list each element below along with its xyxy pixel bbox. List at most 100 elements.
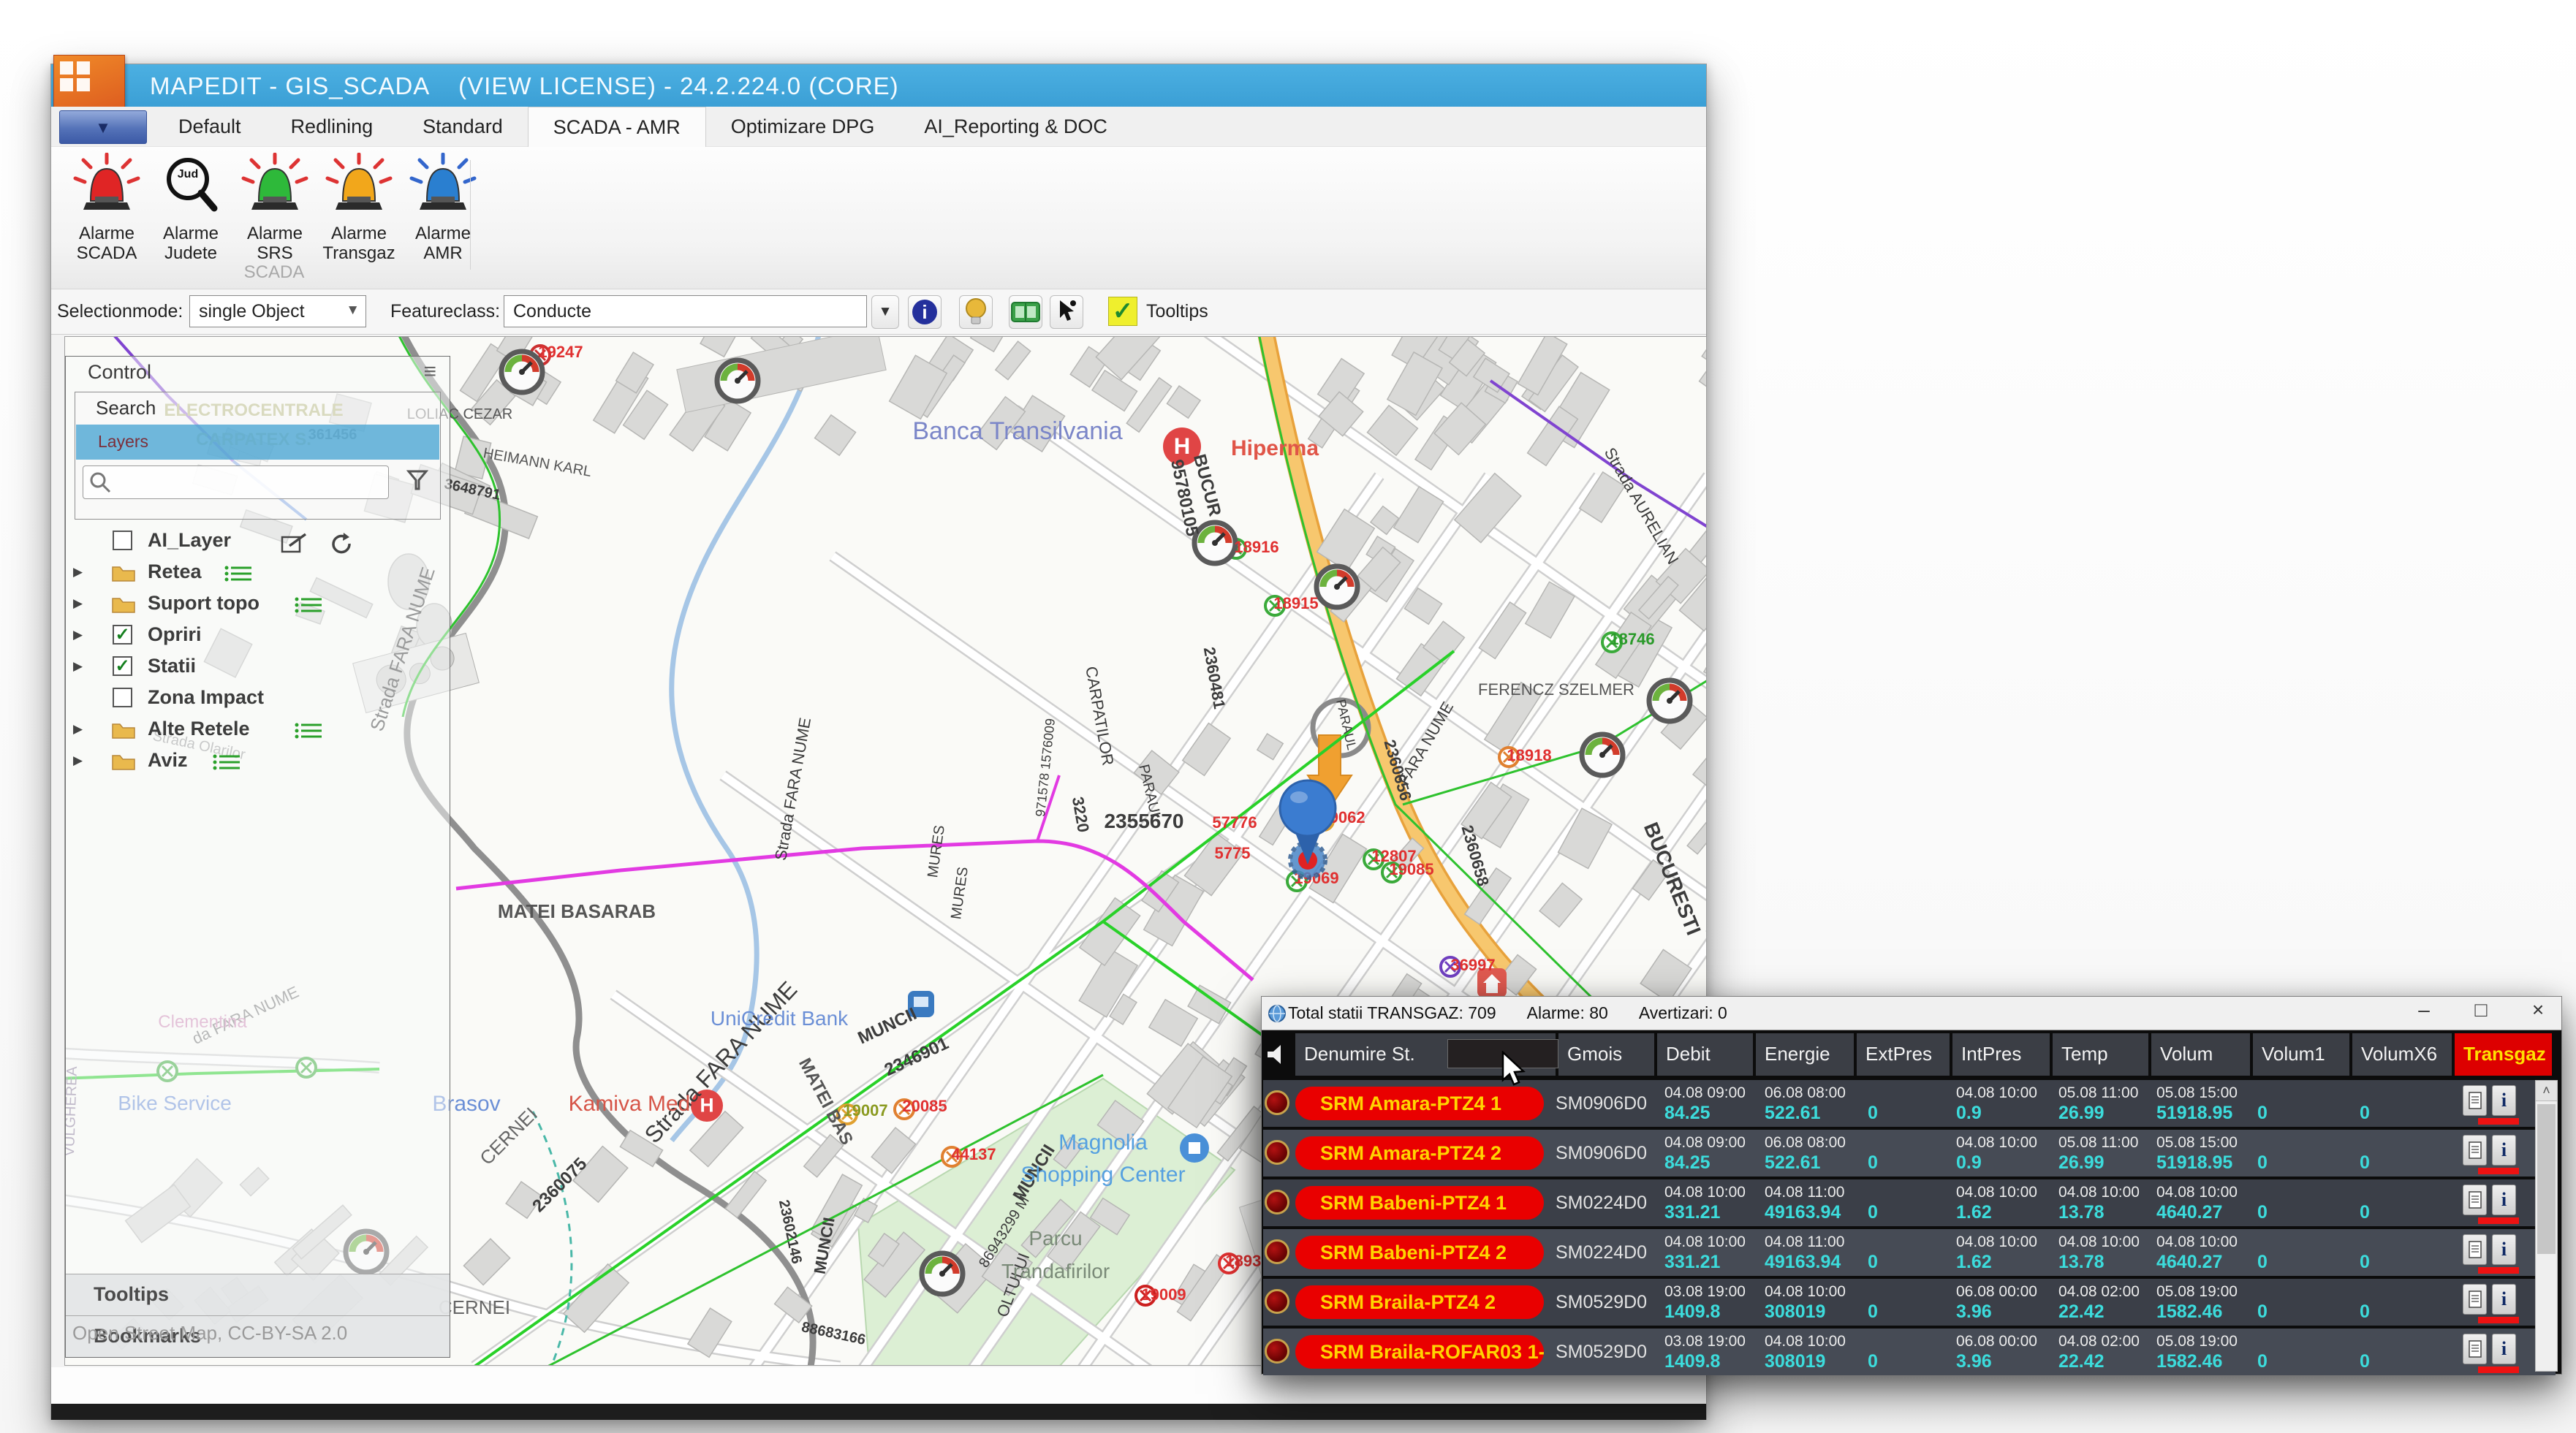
title-bar[interactable]: MAPEDIT - GIS_SCADA (VIEW LICENSE) - 24.… xyxy=(51,64,1706,107)
cell-value: 4640.27 xyxy=(2156,1252,2222,1273)
tab-default[interactable]: Default xyxy=(154,107,266,147)
close-button[interactable]: × xyxy=(2525,998,2551,1022)
table-title-bar[interactable]: Total statii TRANSGAZ: 709 Alarme: 80 Av… xyxy=(1262,997,2561,1030)
featureclass-select[interactable]: Conducte xyxy=(504,295,867,327)
map-label: Hiperma xyxy=(1231,436,1319,460)
layer-checkbox[interactable]: ✓ xyxy=(113,625,132,645)
map-label: 19247 xyxy=(538,343,583,361)
minimize-button[interactable]: – xyxy=(2411,998,2437,1022)
station-name-badge[interactable]: SRM Amara-PTZ4 1 xyxy=(1295,1087,1544,1120)
cell-value: 0 xyxy=(2257,1103,2268,1124)
layer-checkbox[interactable] xyxy=(113,688,132,707)
report-document-button[interactable] xyxy=(2463,1284,2487,1315)
station-name-badge[interactable]: SRM Amara-PTZ4 2 xyxy=(1295,1136,1544,1170)
alarme-srs-button[interactable]: AlarmeSRS xyxy=(235,153,315,262)
featureclass-dropdown-button[interactable]: ▼ xyxy=(871,295,899,329)
station-name-badge[interactable]: SRM Braila-PTZ4 2 xyxy=(1295,1285,1544,1319)
button-label: AMR xyxy=(403,243,483,263)
layer-item-ai-layer[interactable]: AI_Layer xyxy=(66,526,450,558)
station-name-badge[interactable]: SRM Babeni-PTZ4 1 xyxy=(1295,1186,1544,1220)
table-row[interactable]: SRM Amara-PTZ4 1 SM0906D0 04.08 09:00 84… xyxy=(1263,1080,2556,1127)
tab-ai-reporting-doc[interactable]: AI_Reporting & DOC xyxy=(899,107,1132,147)
cell-value: 0 xyxy=(2257,1152,2268,1174)
tooltips-checkbox[interactable]: ✓ xyxy=(1108,297,1137,326)
refresh-icon[interactable] xyxy=(329,533,358,555)
station-code: SM0529D0 xyxy=(1556,1292,1647,1313)
maximize-button[interactable]: □ xyxy=(2468,998,2494,1022)
total-stations-count: Total statii TRANSGAZ: 709 xyxy=(1288,1003,1496,1023)
alarme-scada-button[interactable]: AlarmeSCADA xyxy=(67,153,147,262)
cell-value: 0 xyxy=(2257,1202,2268,1223)
tab-standard[interactable]: Standard xyxy=(398,107,528,147)
cell-value: 0 xyxy=(1868,1103,1878,1124)
expand-arrow-icon[interactable]: ▶ xyxy=(73,753,83,768)
panel-menu-icon[interactable]: ≡ xyxy=(423,360,436,384)
layer-item-opriri[interactable]: ▶✓Opriri xyxy=(66,620,450,652)
tab-scada-amr[interactable]: SCADA - AMR xyxy=(528,107,706,147)
report-document-button[interactable] xyxy=(2463,1135,2487,1166)
edit-icon[interactable] xyxy=(281,533,310,555)
alarme-judete-button[interactable]: JudAlarmeJudete xyxy=(151,153,231,262)
station-info-button[interactable]: i xyxy=(2492,1334,2516,1364)
gauge-station-icon xyxy=(501,351,542,392)
panel-section-tooltips[interactable]: Tooltips xyxy=(66,1274,450,1315)
alarme-amr-button[interactable]: AlarmeAMR xyxy=(403,153,483,262)
table-scrollbar[interactable]: ˄ xyxy=(2535,1080,2558,1372)
station-code: SM0224D0 xyxy=(1556,1193,1647,1214)
layer-search-input[interactable] xyxy=(83,465,389,499)
alarme-transgaz-button[interactable]: AlarmeTransgaz xyxy=(319,153,399,262)
selected-layer-row[interactable]: Layers xyxy=(76,425,439,460)
table-row[interactable]: SRM Braila-PTZ4 2 SM0529D0 03.08 19:00 1… xyxy=(1263,1279,2556,1326)
pointer-select-button[interactable] xyxy=(1050,295,1083,329)
scrollbar-thumb[interactable] xyxy=(2537,1104,2556,1254)
table-row[interactable]: SRM Babeni-PTZ4 2 SM0224D0 04.08 10:00 3… xyxy=(1263,1229,2556,1276)
expand-arrow-icon[interactable]: ▶ xyxy=(73,722,83,737)
report-document-button[interactable] xyxy=(2463,1085,2487,1116)
layer-item-suport-topo[interactable]: ▶Suport topo xyxy=(66,589,450,620)
table-row[interactable]: SRM Babeni-PTZ4 1 SM0224D0 04.08 10:00 3… xyxy=(1263,1179,2556,1226)
tab-redlining[interactable]: Redlining xyxy=(266,107,398,147)
expand-arrow-icon[interactable]: ▶ xyxy=(73,628,83,642)
station-info-button[interactable]: i xyxy=(2492,1284,2516,1315)
selectionmode-select[interactable]: single Object▼ xyxy=(189,295,366,327)
station-name-badge[interactable]: SRM Babeni-PTZ4 2 xyxy=(1295,1236,1544,1269)
station-info-button[interactable]: i xyxy=(2492,1085,2516,1116)
expand-arrow-icon[interactable]: ▶ xyxy=(73,659,83,674)
layer-item-zona-impact[interactable]: Zona Impact xyxy=(66,683,450,715)
station-info-button[interactable]: i xyxy=(2492,1135,2516,1166)
station-info-button[interactable]: i xyxy=(2492,1234,2516,1265)
report-document-button[interactable] xyxy=(2463,1234,2487,1265)
expand-arrow-icon[interactable]: ▶ xyxy=(73,565,83,579)
layer-checkbox[interactable] xyxy=(113,531,132,550)
table-row[interactable]: SRM Amara-PTZ4 2 SM0906D0 04.08 09:00 84… xyxy=(1263,1130,2556,1177)
scroll-up-arrow[interactable]: ˄ xyxy=(2536,1081,2557,1101)
table-row[interactable]: SRM Braila-ROFAR03 1-L1 SM0529D0 03.08 1… xyxy=(1263,1329,2556,1375)
lightbulb-button[interactable] xyxy=(959,295,993,329)
ledger-button[interactable] xyxy=(1009,295,1042,329)
tab-optimizare-dpg[interactable]: Optimizare DPG xyxy=(706,107,900,147)
info-button[interactable]: i xyxy=(908,295,942,329)
svg-text:H: H xyxy=(1174,433,1191,459)
layer-checkbox[interactable]: ✓ xyxy=(113,656,132,676)
gauge-station-icon xyxy=(1582,734,1623,775)
layer-item-alte-retele[interactable]: ▶Alte Retele xyxy=(66,715,450,746)
cell-value: 26.99 xyxy=(2058,1103,2105,1124)
map-label: UniCredit Bank xyxy=(711,1007,849,1030)
station-name-badge[interactable]: SRM Braila-ROFAR03 1-L1 xyxy=(1295,1335,1544,1369)
layer-item-retea[interactable]: ▶Retea xyxy=(66,558,450,589)
gauge-station-icon xyxy=(922,1253,963,1294)
report-document-button[interactable] xyxy=(2463,1334,2487,1364)
station-code: SM0906D0 xyxy=(1556,1093,1647,1114)
layer-item-aviz[interactable]: ▶Aviz xyxy=(66,746,450,778)
button-label: Alarme xyxy=(235,224,315,243)
station-info-button[interactable]: i xyxy=(2492,1185,2516,1215)
expand-arrow-icon[interactable]: ▶ xyxy=(73,596,83,611)
file-menu-dropdown[interactable]: ▼ xyxy=(59,110,147,144)
filter-funnel-icon[interactable] xyxy=(406,470,428,495)
table-content: Denumire St. A GmoisDebitEnergieExtPresI… xyxy=(1262,1030,2561,1374)
layer-item-statii[interactable]: ▶✓Statii xyxy=(66,652,450,683)
report-document-button[interactable] xyxy=(2463,1185,2487,1215)
chevron-down-icon: ▼ xyxy=(346,303,360,319)
ribbon: AlarmeSCADAJudAlarmeJudeteAlarmeSRSAlarm… xyxy=(51,147,1706,289)
cell-value: 26.99 xyxy=(2058,1152,2105,1174)
